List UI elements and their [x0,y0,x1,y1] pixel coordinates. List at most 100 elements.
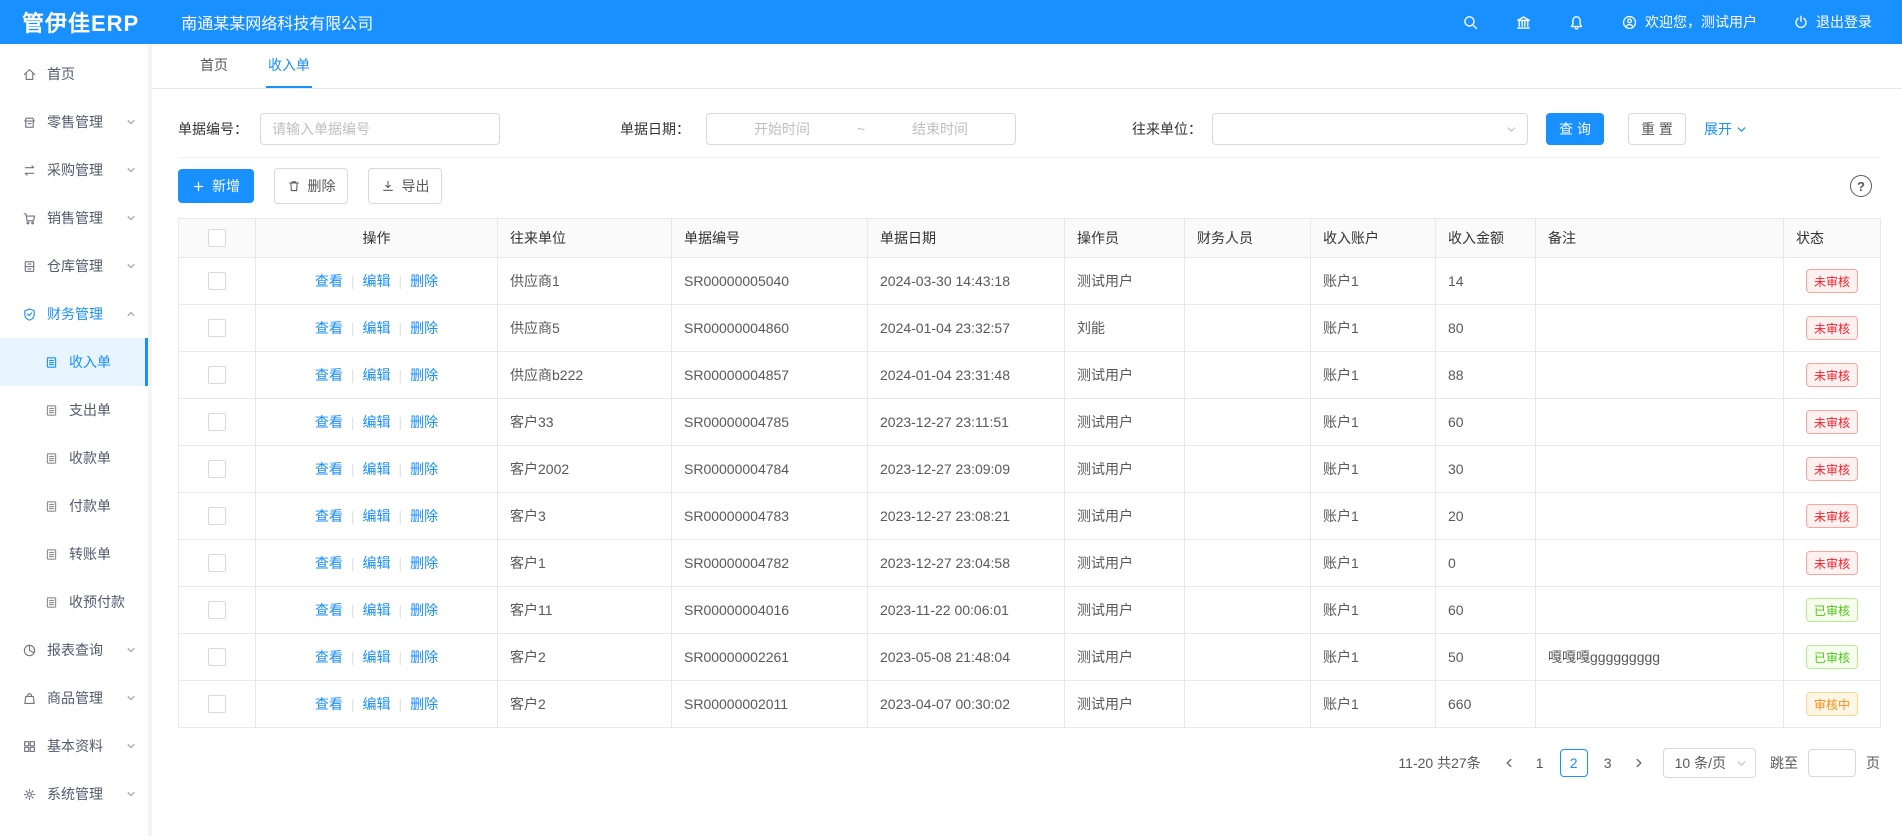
finance-staff-cell [1185,446,1311,493]
delete-link[interactable]: 删除 [410,649,438,665]
sidebar-item-prepay[interactable]: 收预付款 [0,578,148,626]
page-size-select[interactable]: 10 条/页 [1663,748,1756,778]
partner-cell: 供应商1 [498,258,672,305]
help-icon[interactable]: ? [1850,175,1872,197]
sidebar-item-transfer[interactable]: 转账单 [0,530,148,578]
edit-link[interactable]: 编辑 [363,555,391,571]
sidebar-item-label: 财务管理 [47,304,103,324]
sidebar-item-goods[interactable]: 商品管理 [0,674,148,722]
bill-no-cell: SR00000002261 [672,634,868,681]
search-icon[interactable] [1462,14,1479,31]
welcome-user[interactable]: 欢迎您，测试用户 [1621,12,1757,32]
sidebar: 首页零售管理采购管理销售管理仓库管理财务管理收入单支出单收款单付款单转账单收预付… [0,44,152,836]
row-checkbox[interactable] [208,507,226,525]
row-checkbox[interactable] [208,272,226,290]
delete-link[interactable]: 删除 [410,602,438,618]
status-badge: 审核中 [1806,692,1858,716]
row-checkbox[interactable] [208,554,226,572]
sidebar-item-payment[interactable]: 付款单 [0,482,148,530]
view-link[interactable]: 查看 [315,696,343,712]
sidebar-item-income[interactable]: 收入单 [0,338,148,386]
jump-page-input[interactable] [1808,749,1856,777]
view-link[interactable]: 查看 [315,273,343,289]
view-link[interactable]: 查看 [315,602,343,618]
edit-link[interactable]: 编辑 [363,508,391,524]
edit-link[interactable]: 编辑 [363,602,391,618]
sidebar-item-label: 转账单 [69,544,111,564]
edit-link[interactable]: 编辑 [363,367,391,383]
bank-icon[interactable] [1515,14,1532,31]
bill-no-input[interactable] [260,113,500,145]
column-header: 状态 [1784,219,1881,258]
bell-icon[interactable] [1568,14,1585,31]
edit-link[interactable]: 编辑 [363,696,391,712]
topbar-right: 欢迎您，测试用户 退出登录 [1426,12,1872,32]
expand-filters-link[interactable]: 展开 [1704,119,1747,139]
date-range-input[interactable]: 开始时间 ~ 结束时间 [706,113,1016,145]
edit-link[interactable]: 编辑 [363,461,391,477]
sidebar-item-warehouse[interactable]: 仓库管理 [0,242,148,290]
delete-link[interactable]: 删除 [410,461,438,477]
export-button[interactable]: 导出 [368,168,442,204]
row-checkbox[interactable] [208,460,226,478]
table-row: 查看|编辑|删除供应商1SR000000050402024-03-30 14:4… [179,258,1881,305]
reset-button[interactable]: 重 置 [1628,113,1686,145]
view-link[interactable]: 查看 [315,414,343,430]
row-checkbox[interactable] [208,319,226,337]
add-button[interactable]: 新增 [178,169,254,203]
sidebar-item-retail[interactable]: 零售管理 [0,98,148,146]
row-checkbox-cell [179,634,256,681]
prev-page-button[interactable] [1495,757,1523,769]
view-link[interactable]: 查看 [315,320,343,336]
delete-link[interactable]: 删除 [410,320,438,336]
row-actions-cell: 查看|编辑|删除 [256,681,498,728]
delete-link[interactable]: 删除 [410,555,438,571]
tab-home[interactable]: 首页 [198,44,230,88]
view-link[interactable]: 查看 [315,649,343,665]
pagination: 11-20 共27条 123 10 条/页 跳至 页 [178,748,1880,778]
remark-cell: 嘎嘎嘎ggggggggg [1536,634,1784,681]
next-page-button[interactable] [1625,757,1653,769]
date-start-placeholder: 开始时间 [707,119,857,139]
page-button-2[interactable]: 2 [1560,749,1588,777]
sidebar-item-expense[interactable]: 支出单 [0,386,148,434]
row-checkbox[interactable] [208,695,226,713]
partner-select[interactable] [1212,113,1528,145]
sidebar-item-receipt[interactable]: 收款单 [0,434,148,482]
delete-link[interactable]: 删除 [410,367,438,383]
sidebar-item-purchase[interactable]: 采购管理 [0,146,148,194]
sidebar-item-system[interactable]: 系统管理 [0,770,148,818]
delete-link[interactable]: 删除 [410,696,438,712]
row-checkbox[interactable] [208,413,226,431]
view-link[interactable]: 查看 [315,367,343,383]
page-button-3[interactable]: 3 [1594,749,1622,777]
row-checkbox[interactable] [208,366,226,384]
view-link[interactable]: 查看 [315,461,343,477]
delete-link[interactable]: 删除 [410,414,438,430]
sidebar-item-basic[interactable]: 基本资料 [0,722,148,770]
edit-link[interactable]: 编辑 [363,649,391,665]
delete-button[interactable]: 删除 [274,168,348,204]
tab-income-bill[interactable]: 收入单 [266,44,312,88]
view-link[interactable]: 查看 [315,508,343,524]
row-checkbox[interactable] [208,648,226,666]
sidebar-item-reports[interactable]: 报表查询 [0,626,148,674]
sidebar-item-home[interactable]: 首页 [0,50,148,98]
logout-icon [1793,14,1809,30]
edit-link[interactable]: 编辑 [363,273,391,289]
row-checkbox[interactable] [208,601,226,619]
bill-date-cell: 2023-05-08 21:48:04 [868,634,1065,681]
sidebar-item-finance[interactable]: 财务管理 [0,290,148,338]
delete-link[interactable]: 删除 [410,508,438,524]
page-button-1[interactable]: 1 [1526,749,1554,777]
edit-link[interactable]: 编辑 [363,320,391,336]
sidebar-item-sales[interactable]: 销售管理 [0,194,148,242]
select-all-checkbox[interactable] [208,229,226,247]
bill-no-cell: SR00000005040 [672,258,868,305]
logout-button[interactable]: 退出登录 [1793,12,1872,32]
view-link[interactable]: 查看 [315,555,343,571]
delete-link[interactable]: 删除 [410,273,438,289]
search-button[interactable]: 查 询 [1546,113,1604,145]
app-window: 管伊佳ERP 南通某某网络科技有限公司 欢迎您，测试用户 [0,0,1902,836]
edit-link[interactable]: 编辑 [363,414,391,430]
